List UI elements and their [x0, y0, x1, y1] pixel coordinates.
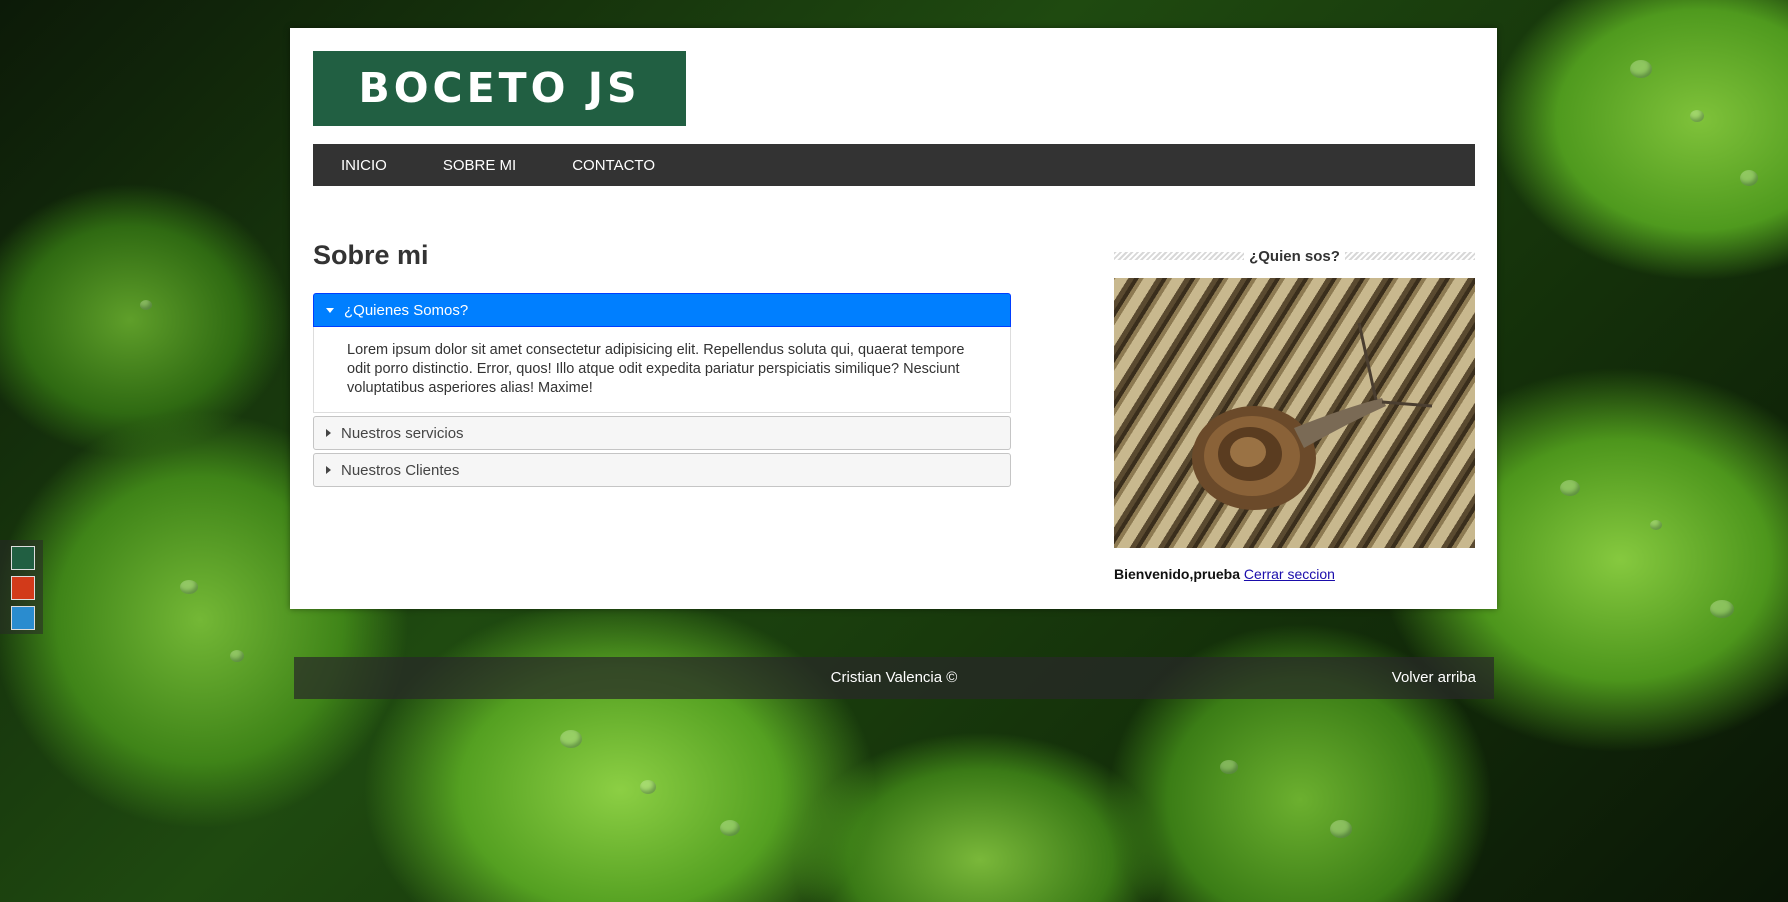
footer-credit: Cristian Valencia © — [830, 669, 958, 686]
theme-switcher — [0, 540, 43, 634]
welcome-text: Bienvenido,prueba — [1114, 566, 1241, 582]
caret-down-icon — [326, 307, 334, 313]
divider — [1114, 252, 1245, 260]
site-logo[interactable]: BOCETO JS — [313, 51, 686, 126]
theme-swatch-red[interactable] — [11, 576, 35, 600]
accordion-header-servicios[interactable]: Nuestros servicios — [313, 416, 1011, 450]
main-nav: INICIO SOBRE MI CONTACTO — [313, 144, 1475, 186]
logout-link[interactable]: Cerrar seccion — [1244, 566, 1335, 582]
sidebar: ¿Quien sos? Bienvenido,prueba Cerrar sec… — [1114, 246, 1475, 582]
caret-right-icon — [326, 466, 331, 474]
nav-item-sobre-mi[interactable]: SOBRE MI — [415, 157, 544, 174]
sidebar-title: ¿Quien sos? — [1249, 247, 1340, 265]
accordion: ¿Quienes Somos? Lorem ipsum dolor sit am… — [313, 293, 1011, 487]
nav-item-inicio[interactable]: INICIO — [313, 157, 415, 174]
accordion-header-label: Nuestros servicios — [341, 424, 464, 442]
caret-right-icon — [326, 429, 331, 437]
accordion-header-quienes-somos[interactable]: ¿Quienes Somos? — [313, 293, 1011, 327]
back-to-top-link[interactable]: Volver arriba — [1392, 657, 1476, 699]
footer: Cristian Valencia © Volver arriba — [294, 657, 1494, 699]
sidebar-title-row: ¿Quien sos? — [1114, 246, 1475, 266]
page-container: BOCETO JS INICIO SOBRE MI CONTACTO Sobre… — [290, 28, 1497, 609]
snail-photo — [1114, 278, 1475, 548]
theme-swatch-green[interactable] — [11, 546, 35, 570]
nav-item-contacto[interactable]: CONTACTO — [544, 157, 683, 174]
divider — [1344, 252, 1475, 260]
page-title: Sobre mi — [313, 240, 429, 270]
accordion-header-label: ¿Quienes Somos? — [344, 301, 469, 319]
welcome-row: Bienvenido,prueba Cerrar seccion — [1114, 566, 1475, 582]
accordion-header-clientes[interactable]: Nuestros Clientes — [313, 453, 1011, 487]
theme-swatch-blue[interactable] — [11, 606, 35, 630]
accordion-panel: Lorem ipsum dolor sit amet consectetur a… — [313, 327, 1011, 413]
accordion-header-label: Nuestros Clientes — [341, 461, 460, 479]
